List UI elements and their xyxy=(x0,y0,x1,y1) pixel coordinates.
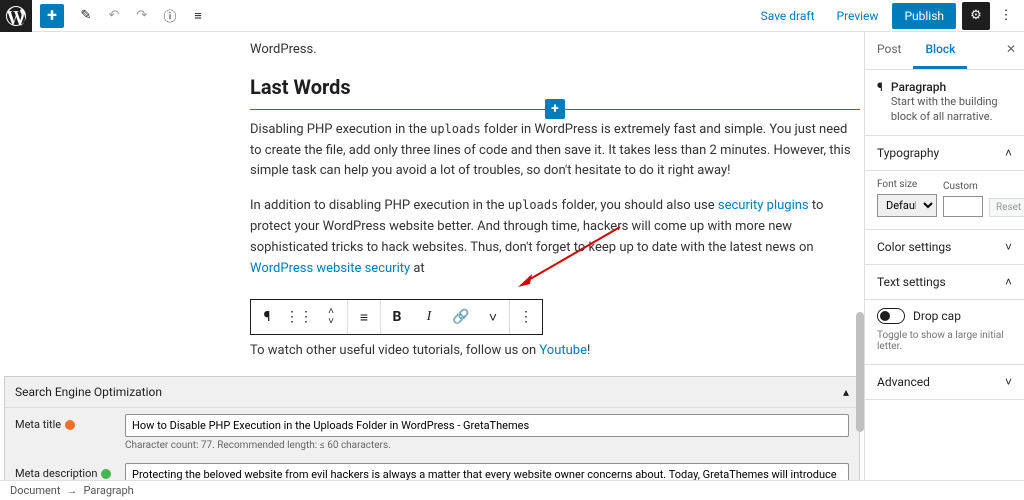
block-inserter-line[interactable]: + xyxy=(250,109,860,110)
meta-description-input[interactable]: Protecting the beloved website from evil… xyxy=(125,463,849,480)
align-icon[interactable]: ≡ xyxy=(348,300,380,334)
redo-icon[interactable]: ↷ xyxy=(130,4,154,28)
color-settings-panel[interactable]: Color settings˅ xyxy=(865,230,1024,265)
block-name: Paragraph xyxy=(891,80,1012,94)
italic-button[interactable]: I xyxy=(413,300,445,334)
block-more-icon[interactable]: ⋮ xyxy=(510,300,542,334)
typography-panel[interactable]: Typography˄ xyxy=(865,136,1024,171)
status-warning-icon xyxy=(65,420,75,430)
breadcrumb-footer: Document→Paragraph xyxy=(0,480,1024,500)
paragraph-text[interactable]: Disabling PHP execution in the uploads f… xyxy=(250,120,860,182)
preview-button[interactable]: Preview xyxy=(829,5,887,27)
seo-panel-header[interactable]: Search Engine Optimization▴ xyxy=(5,377,859,408)
heading-last-words[interactable]: Last Words xyxy=(250,75,860,99)
block-description: Start with the building block of all nar… xyxy=(891,94,1012,125)
paragraph-type-icon[interactable]: ¶ xyxy=(251,300,283,334)
text-settings-panel[interactable]: Text settings˄ xyxy=(865,265,1024,300)
undo-icon[interactable]: ↶ xyxy=(102,4,126,28)
collapse-icon[interactable]: ▴ xyxy=(843,385,849,399)
tab-post[interactable]: Post xyxy=(865,32,913,69)
move-arrows-icon[interactable]: ˄˅ xyxy=(315,300,347,334)
top-toolbar: + ✎ ↶ ↷ ⓘ ≡ Save draft Preview Publish ⚙… xyxy=(0,0,1024,32)
paragraph-icon: ¶ xyxy=(877,80,883,94)
link-button[interactable]: 🔗 xyxy=(445,300,477,334)
paragraph-text[interactable]: In addition to disabling PHP execution i… xyxy=(250,196,860,279)
link-youtube[interactable]: Youtube xyxy=(539,343,587,358)
add-block-button[interactable]: + xyxy=(40,4,64,28)
editor-canvas: WordPress. Last Words + Disabling PHP ex… xyxy=(0,32,864,480)
meta-title-input[interactable] xyxy=(125,414,849,437)
font-size-select[interactable]: Default xyxy=(877,194,937,217)
outline-icon[interactable]: ≡ xyxy=(186,4,210,28)
drop-cap-help: Toggle to show a large initial letter. xyxy=(877,330,1012,352)
scrollbar[interactable] xyxy=(856,312,864,432)
status-ok-icon xyxy=(101,469,111,479)
more-format-icon[interactable]: ˅ xyxy=(477,300,509,334)
publish-button[interactable]: Publish xyxy=(892,3,956,29)
info-icon[interactable]: ⓘ xyxy=(158,4,182,28)
advanced-panel[interactable]: Advanced˅ xyxy=(865,365,1024,400)
chevron-up-icon: ˄ xyxy=(1005,146,1012,160)
settings-sidebar: Post Block ✕ ¶ ParagraphStart with the b… xyxy=(864,32,1024,480)
meta-description-label: Meta description xyxy=(15,463,125,480)
wordpress-logo[interactable] xyxy=(0,0,32,32)
chevron-down-icon: ˅ xyxy=(1005,375,1012,389)
drop-cap-toggle[interactable] xyxy=(877,308,905,324)
meta-title-hint: Character count: 77. Recommended length:… xyxy=(125,440,849,451)
link-security-plugins[interactable]: security plugins xyxy=(718,198,809,213)
block-toolbar: ¶⋮⋮˄˅ ≡ BI🔗˅ ⋮ xyxy=(250,299,543,335)
paragraph-text[interactable]: WordPress. xyxy=(250,40,860,61)
breadcrumb-document[interactable]: Document xyxy=(10,484,60,497)
close-sidebar-icon[interactable]: ✕ xyxy=(998,32,1024,69)
seo-panel: Search Engine Optimization▴ Meta title C… xyxy=(4,376,860,480)
drag-handle-icon[interactable]: ⋮⋮ xyxy=(283,300,315,334)
save-draft-button[interactable]: Save draft xyxy=(753,5,823,27)
edit-icon[interactable]: ✎ xyxy=(74,4,98,28)
custom-font-size-input[interactable] xyxy=(943,196,983,217)
reset-button[interactable]: Reset xyxy=(989,198,1024,217)
link-wp-security[interactable]: WordPress website security xyxy=(250,261,410,276)
paragraph-text[interactable]: To watch other useful video tutorials, f… xyxy=(250,341,860,362)
settings-icon[interactable]: ⚙ xyxy=(962,2,990,30)
chevron-down-icon: ˅ xyxy=(1005,240,1012,254)
breadcrumb-paragraph[interactable]: Paragraph xyxy=(83,484,133,497)
plus-icon[interactable]: + xyxy=(545,99,565,119)
chevron-up-icon: ˄ xyxy=(1005,275,1012,289)
meta-title-label: Meta title xyxy=(15,414,125,431)
tab-block[interactable]: Block xyxy=(913,32,967,69)
bold-button[interactable]: B xyxy=(381,300,413,334)
more-icon[interactable]: ⋮ xyxy=(996,8,1016,23)
